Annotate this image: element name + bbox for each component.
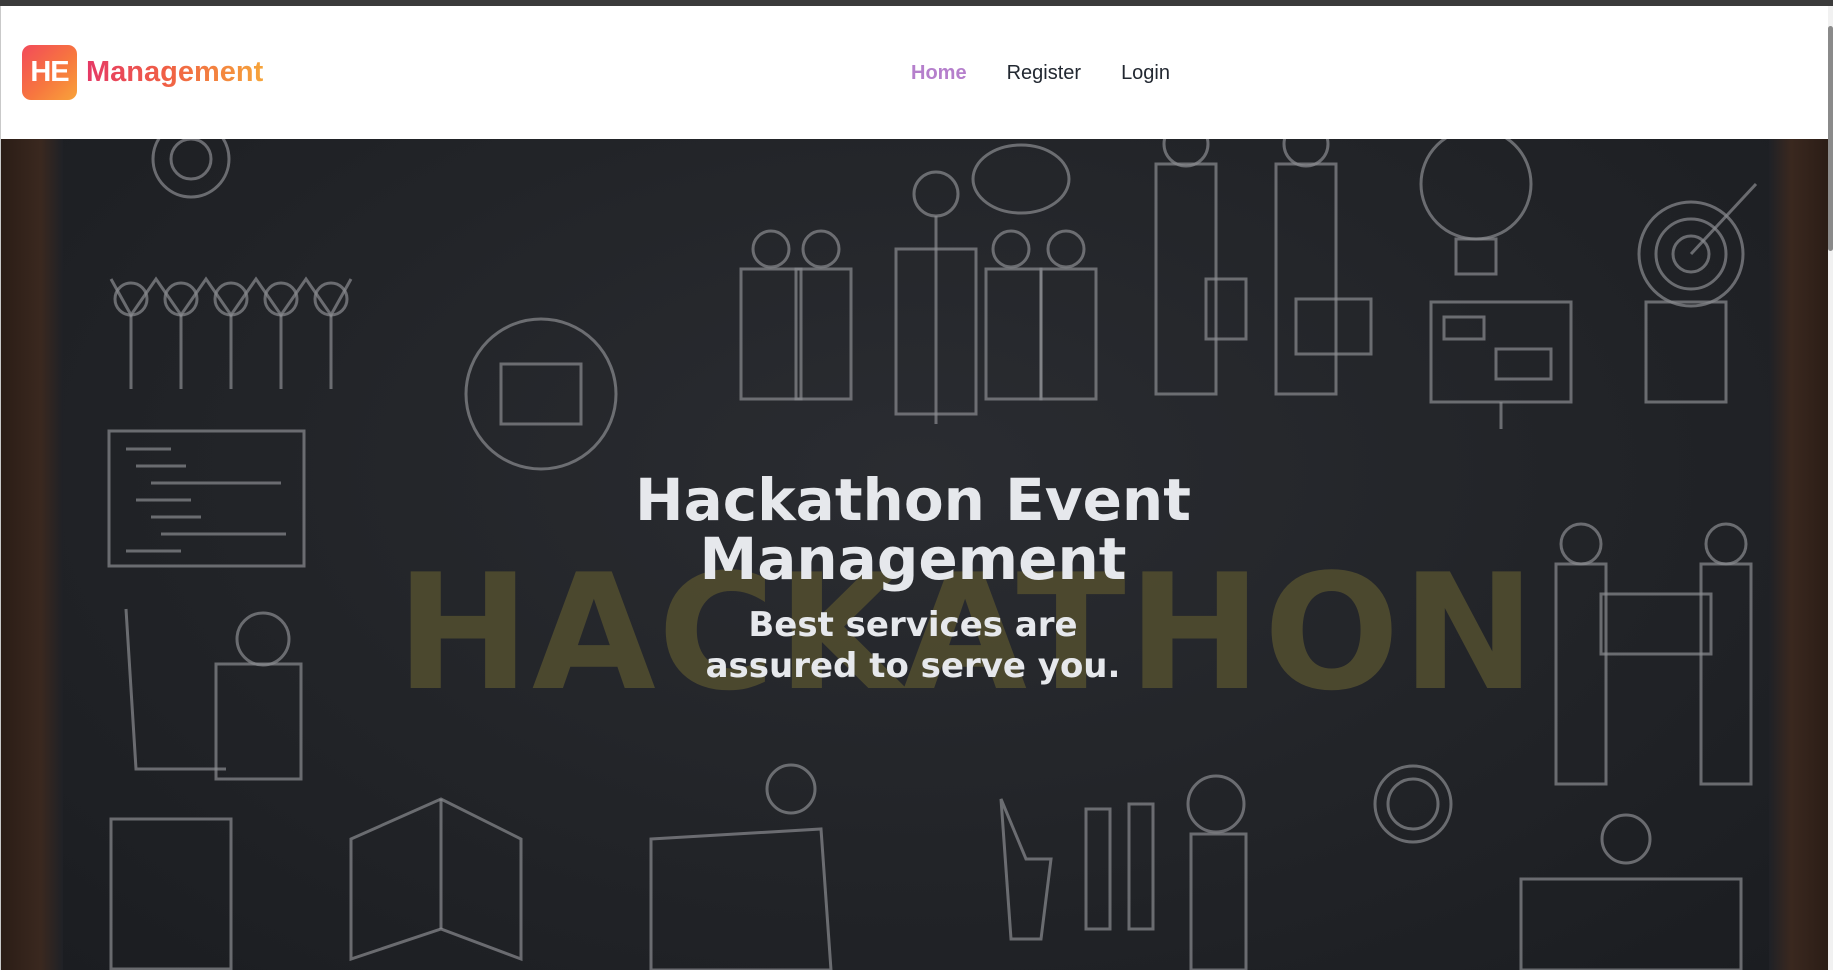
- scrollbar-thumb[interactable]: [1828, 26, 1833, 251]
- page: HE Management Home Register Login HACKAT…: [0, 6, 1828, 970]
- nav-link-home[interactable]: Home: [911, 62, 967, 85]
- nav-link-login[interactable]: Login: [1121, 62, 1170, 85]
- nav-link-register[interactable]: Register: [1007, 62, 1081, 85]
- scrollbar-track[interactable]: [1828, 6, 1833, 970]
- hero-text: Hackathon Event Management Best services…: [613, 471, 1213, 687]
- hero-subtitle: Best services are assured to serve you.: [705, 605, 1121, 686]
- logo-badge: HE: [22, 45, 77, 100]
- main-nav: Home Register Login: [911, 62, 1170, 85]
- navbar: HE Management Home Register Login: [1, 6, 1828, 140]
- logo-text: Management: [86, 56, 264, 88]
- logo[interactable]: HE Management: [22, 45, 263, 100]
- hero-title: Hackathon Event Management: [635, 466, 1191, 593]
- hero-section: HACKATHON Hackathon Event Management Bes…: [1, 139, 1828, 970]
